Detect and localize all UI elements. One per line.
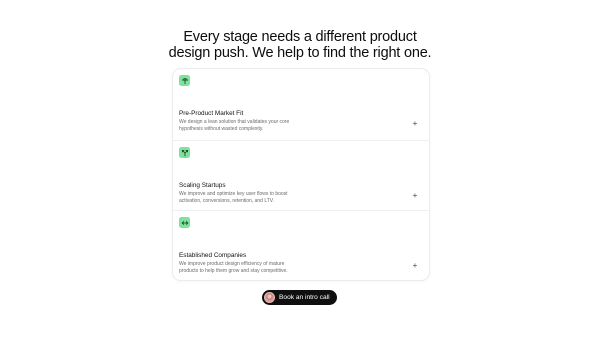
stage-title: Scaling Startups	[179, 182, 226, 189]
book-intro-call-label: Book an intro call	[279, 294, 330, 301]
stage-description: We design a lean solution that validates…	[179, 119, 319, 133]
stage-description: We improve and optimize key user flows t…	[179, 191, 319, 205]
expand-plus-icon[interactable]: +	[411, 120, 419, 128]
stages-card: Pre-Product Market Fit We design a lean …	[172, 68, 430, 281]
stage-description-line-2: activation, conversions, retention, and …	[179, 198, 275, 204]
avatar	[264, 292, 275, 303]
stage-title: Pre-Product Market Fit	[179, 110, 244, 117]
stage-item-established-companies[interactable]: Established Companies We improve product…	[173, 210, 429, 281]
stage-title: Established Companies	[179, 252, 247, 259]
stage-description-line-1: We improve and optimize key user flows t…	[179, 191, 288, 197]
headline-line-1: Every stage needs a different product	[183, 29, 417, 45]
book-intro-call-button[interactable]: Book an intro call	[262, 290, 337, 305]
page-headline: Every stage needs a different product de…	[0, 29, 600, 61]
expand-plus-icon[interactable]: +	[411, 262, 419, 270]
headline-line-2: design push. We help to find the right o…	[168, 44, 432, 61]
stage-description-line-2: hypothesis without wasted complexity.	[179, 126, 264, 132]
signal-tower-icon	[179, 75, 190, 86]
expand-plus-icon[interactable]: +	[411, 192, 419, 200]
stage-item-pre-product-market-fit[interactable]: Pre-Product Market Fit We design a lean …	[173, 69, 429, 139]
stage-description-line-2: products to help them grow and stay comp…	[179, 268, 288, 274]
stage-description-line-1: We design a lean solution that validates…	[179, 119, 290, 125]
double-arrow-icon	[179, 217, 190, 228]
branch-arrows-icon	[179, 147, 190, 158]
stage-item-scaling-startups[interactable]: Scaling Startups We improve and optimize…	[173, 140, 429, 211]
stage-description-line-1: We improve product design efficiency of …	[179, 261, 285, 267]
stage-description: We improve product design efficiency of …	[179, 261, 319, 275]
page: Every stage needs a different product de…	[0, 0, 600, 350]
